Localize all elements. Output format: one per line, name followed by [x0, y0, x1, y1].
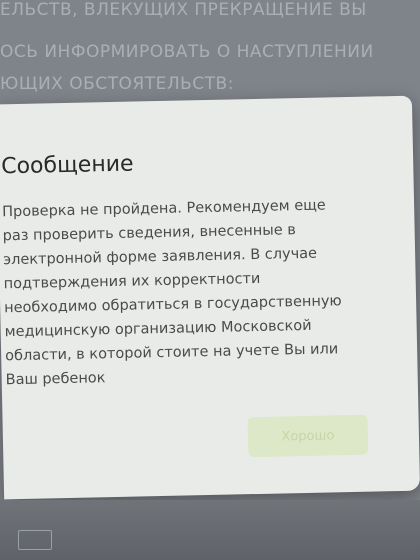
background-heading-line-1: ЕЛЬСТВ, ВЛЕКУЩИХ ПРЕКРАЩЕНИЕ ВЫ [0, 0, 367, 20]
message-dialog: Сообщение Проверка не пройдена. Рекоменд… [0, 95, 420, 500]
background-checkbox[interactable] [18, 530, 52, 550]
dialog-message: Проверка не пройдена. Рекомендуем еще ра… [2, 197, 342, 389]
ok-button[interactable]: Хорошо [247, 414, 369, 458]
page-bottom-area [0, 500, 420, 560]
background-heading-line-2: ОСЬ ИНФОРМИРОВАТЬ О НАСТУПЛЕНИИ [0, 42, 374, 62]
background-heading-line-3: ЮЩИХ ОБСТОЯТЕЛЬСТВ: [0, 74, 234, 94]
dialog-title: Сообщение [0, 151, 134, 180]
